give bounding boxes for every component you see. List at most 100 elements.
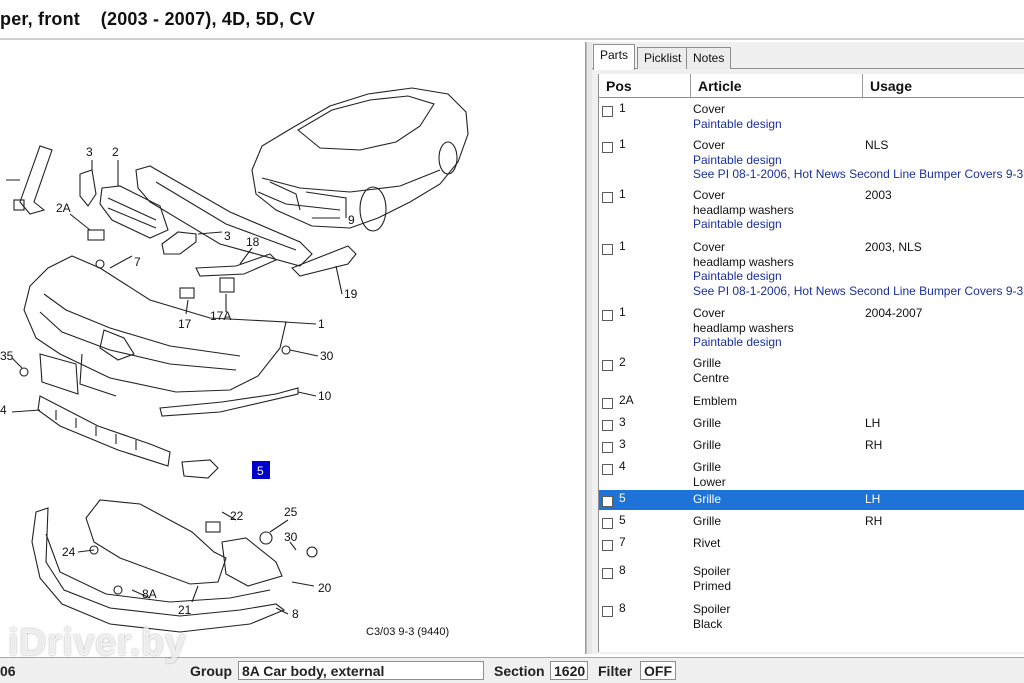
row-note-text: Paintable design [693,217,782,231]
callout-17[interactable]: 17 [178,317,192,331]
row-article-text: Cover [693,102,726,116]
table-row[interactable]: 1 Cover headlamp washers Paintable design 20… [599,304,1024,354]
callout-20[interactable]: 20 [318,581,332,595]
callout-4[interactable]: 4 [0,403,7,417]
row-checkbox[interactable] [602,496,613,507]
part-9-outline [135,165,313,267]
row-checkbox[interactable] [602,142,613,153]
callout-5[interactable]: 5 [257,464,264,478]
callout-8[interactable]: 8 [292,607,299,621]
row-checkbox[interactable] [602,420,613,431]
row-article-text: Cover [693,188,726,202]
row-checkbox[interactable] [602,568,613,579]
callout-10[interactable]: 10 [318,389,332,403]
row-article-text: Cover [693,240,726,254]
row-checkbox[interactable] [602,398,613,409]
row-note-text: Paintable design [693,116,782,131]
row-checkbox[interactable] [602,310,613,321]
row-usage: LH [865,492,881,506]
callout-19[interactable]: 19 [344,287,358,301]
part-8-outline [31,507,286,633]
row-usage: 2003, NLS [865,240,922,254]
diagram-panel[interactable]: 3 2 2A 9 7 3 18 19 17 17A 1 35 30 4 10 5… [0,42,586,654]
table-row[interactable]: 5 Grille LH [599,490,1024,510]
column-header-usage[interactable]: Usage [863,74,1024,98]
callout-8a[interactable]: 8A [142,587,157,601]
row-article-text: headlamp washers [693,254,794,269]
table-row[interactable]: 3 Grille RH [599,436,1024,458]
table-row[interactable]: 2 Grille Centre [599,354,1024,392]
tab-notes[interactable]: Notes [686,47,732,69]
exploded-parts-diagram[interactable]: 3 2 2A 9 7 3 18 19 17 17A 1 35 30 4 10 5… [0,42,586,654]
row-checkbox[interactable] [602,192,613,203]
row-article-text: Emblem [693,394,738,408]
row-checkbox[interactable] [602,106,613,117]
row-article-text: Spoiler [693,564,731,578]
callout-3-right[interactable]: 3 [224,229,231,243]
row-pos: 8 [619,563,626,577]
row-pos: 5 [619,491,626,505]
row-article-text: Grille [693,492,722,506]
table-row[interactable]: 3 Grille LH [599,414,1024,436]
table-row[interactable]: 1 Cover Paintable design [599,100,1024,136]
row-article-text: Cover [693,138,726,152]
callout-18[interactable]: 18 [246,235,260,249]
row-pos: 1 [619,137,626,151]
row-pos: 3 [619,415,626,429]
table-row[interactable]: 1 Cover Paintable design See PI 08-1-2006, … [599,136,1024,186]
column-header-pos[interactable]: Pos [599,74,691,98]
callout-17a[interactable]: 17A [210,309,231,323]
callout-21[interactable]: 21 [178,603,192,617]
callout-35[interactable]: 35 [0,349,14,363]
row-usage: NLS [865,138,889,152]
row-article-text: Grille [693,416,722,430]
tab-picklist[interactable]: Picklist [637,47,689,69]
table-row[interactable]: 4 Grille Lower [599,458,1024,490]
row-article-text: Spoiler [693,602,731,616]
table-row[interactable]: 8 Spoiler Primed [599,562,1024,600]
status-left-value: 06 [0,663,16,679]
callout-30[interactable]: 30 [320,349,334,363]
row-checkbox[interactable] [602,606,613,617]
row-note-text: Paintable design [693,335,782,349]
row-article-text: Primed [693,578,732,593]
callout-2a[interactable]: 2A [56,201,71,215]
row-checkbox[interactable] [602,244,613,255]
title-bar: per, front (2003 - 2007), 4D, 5D, CV [0,0,1024,40]
row-article-text: Grille [693,460,722,474]
row-checkbox[interactable] [602,464,613,475]
row-checkbox[interactable] [602,442,613,453]
page-title: per, front (2003 - 2007), 4D, 5D, CV [0,9,315,29]
parts-panel: Parts Picklist Notes Pos Article Usage 1… [592,42,1024,654]
row-article-text: headlamp washers [693,202,794,217]
tab-parts[interactable]: Parts [593,44,636,70]
part-3-left-outline [79,169,97,207]
row-article-text: Centre [693,370,730,385]
table-row[interactable]: 8 Spoiler Black [599,600,1024,640]
table-row[interactable]: 5 Grille RH [599,512,1024,534]
callout-9[interactable]: 9 [348,213,355,227]
callout-30-lower[interactable]: 30 [284,530,298,544]
row-pos: 2A [619,393,634,407]
row-checkbox[interactable] [602,540,613,551]
table-row[interactable]: 1 Cover headlamp washers Paintable design 20… [599,186,1024,238]
callout-25[interactable]: 25 [284,505,298,519]
callout-2[interactable]: 2 [112,145,119,159]
row-note-text: Paintable design [693,152,782,167]
column-header-article[interactable]: Article [691,74,863,98]
table-row[interactable]: 1 Cover headlamp washers Paintable design Se… [599,238,1024,304]
row-note-text: Paintable design [693,269,782,283]
callout-22[interactable]: 22 [230,509,244,523]
row-checkbox[interactable] [602,518,613,529]
row-usage: LH [865,416,881,430]
callout-24[interactable]: 24 [62,545,76,559]
row-pos: 2 [619,355,626,369]
row-pos: 3 [619,437,626,451]
car-illustration [251,87,469,232]
callout-3[interactable]: 3 [86,145,93,159]
callout-7[interactable]: 7 [134,255,141,269]
table-row[interactable]: 2A Emblem [599,392,1024,414]
row-checkbox[interactable] [602,360,613,371]
table-row[interactable]: 7 Rivet [599,534,1024,562]
callout-1[interactable]: 1 [318,317,325,331]
